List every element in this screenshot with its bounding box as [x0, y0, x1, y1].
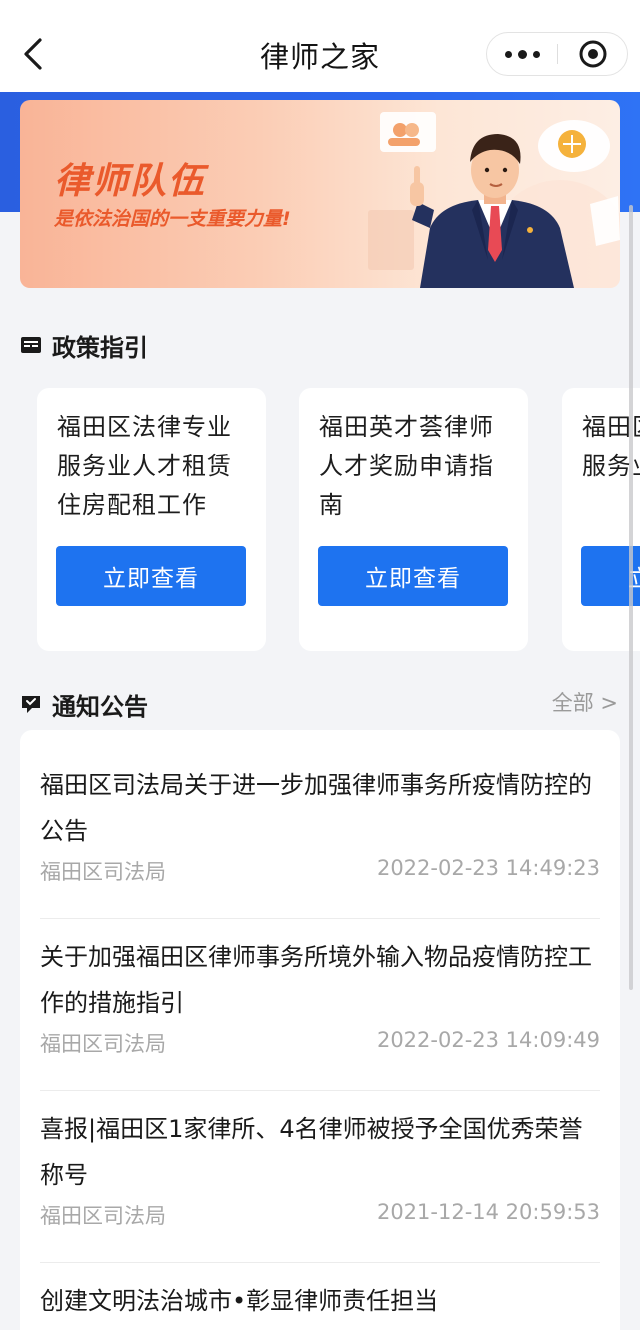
- divider: [40, 1090, 600, 1091]
- notice-title: 关于加强福田区律师事务所境外输入物品疫情防控工作的措施指引: [40, 943, 592, 1017]
- policy-carousel[interactable]: 福田区法律专业服务业人才租赁住房配租工作 立即查看 福田英才荟律师人才奖励申请指…: [0, 388, 640, 652]
- notice-item[interactable]: 关于加强福田区律师事务所境外输入物品疫情防控工作的措施指引 福田区司法局 202…: [40, 934, 600, 1058]
- notice-time: 2022-02-23 14:49:23: [376, 856, 600, 880]
- notice-meta: 福田区司法局 2022-02-23 14:09:49: [40, 1028, 600, 1058]
- notice-item[interactable]: 创建文明法治城市•彰显律师责任担当: [40, 1278, 600, 1324]
- notice-title: 福田区司法局关于进一步加强律师事务所疫情防控的公告: [40, 771, 592, 845]
- notice-meta: 福田区司法局 2021-12-14 20:59:53: [40, 1200, 600, 1230]
- policy-card[interactable]: 福田区法律专业服务业人才租赁住房配租工作 立即查看: [37, 388, 266, 651]
- divider: [40, 918, 600, 919]
- banner-title: 律师队伍: [54, 161, 207, 202]
- notice-source: 福田区司法局: [40, 1032, 166, 1056]
- notice-title: 喜报|福田区1家律所、4名律师被授予全国优秀荣誉称号: [40, 1115, 583, 1189]
- notice-section-header: 通知公告: [20, 686, 148, 722]
- view-now-button[interactable]: 立即查看: [318, 546, 508, 606]
- more-button[interactable]: [487, 33, 557, 75]
- more-dots-icon: [504, 49, 540, 59]
- notice-item[interactable]: 福田区司法局关于进一步加强律师事务所疫情防控的公告 福田区司法局 2022-02…: [40, 762, 600, 886]
- notice-item[interactable]: 喜报|福田区1家律所、4名律师被授予全国优秀荣誉称号 福田区司法局 2021-1…: [40, 1106, 600, 1230]
- banner-subtitle: 是依法治国的一支重要力量!: [54, 208, 291, 230]
- policy-card-text: 福田英才荟律师人才奖励申请指南: [319, 413, 494, 519]
- notice-list: 福田区司法局关于进一步加强律师事务所疫情防控的公告 福田区司法局 2022-02…: [20, 730, 620, 1330]
- lawyer-illustration: [368, 112, 620, 288]
- policy-card[interactable]: 福田英才荟律师人才奖励申请指南 立即查看: [299, 388, 528, 651]
- target-close-icon: [579, 40, 607, 68]
- notice-title: 创建文明法治城市•彰显律师责任担当: [40, 1287, 439, 1315]
- notice-source: 福田区司法局: [40, 860, 166, 884]
- policy-card-text: 福田区法律专业服务业人才租赁住房配租工作: [57, 413, 232, 519]
- view-now-button[interactable]: 立即查看: [56, 546, 246, 606]
- notice-source: 福田区司法局: [40, 1204, 166, 1228]
- scrollbar[interactable]: [629, 205, 633, 990]
- policy-section-title: 政策指引: [52, 333, 148, 362]
- notice-time: 2021-12-14 20:59:53: [376, 1200, 600, 1224]
- policy-section-header: 政策指引: [20, 327, 148, 363]
- hero-banner[interactable]: 律师队伍 是依法治国的一支重要力量!: [20, 100, 620, 288]
- notice-time: 2022-02-23 14:09:49: [376, 1028, 600, 1052]
- notice-meta: 福田区司法局 2022-02-23 14:49:23: [40, 856, 600, 886]
- close-mini-program-button[interactable]: [558, 33, 628, 75]
- top-navigation-bar: 律师之家: [0, 0, 640, 92]
- document-icon: [21, 337, 41, 353]
- mini-program-capsule: [486, 32, 628, 76]
- message-icon: [22, 696, 40, 713]
- see-all-link[interactable]: 全部 >: [552, 687, 618, 717]
- notice-section-title: 通知公告: [52, 692, 148, 721]
- divider: [40, 1262, 600, 1263]
